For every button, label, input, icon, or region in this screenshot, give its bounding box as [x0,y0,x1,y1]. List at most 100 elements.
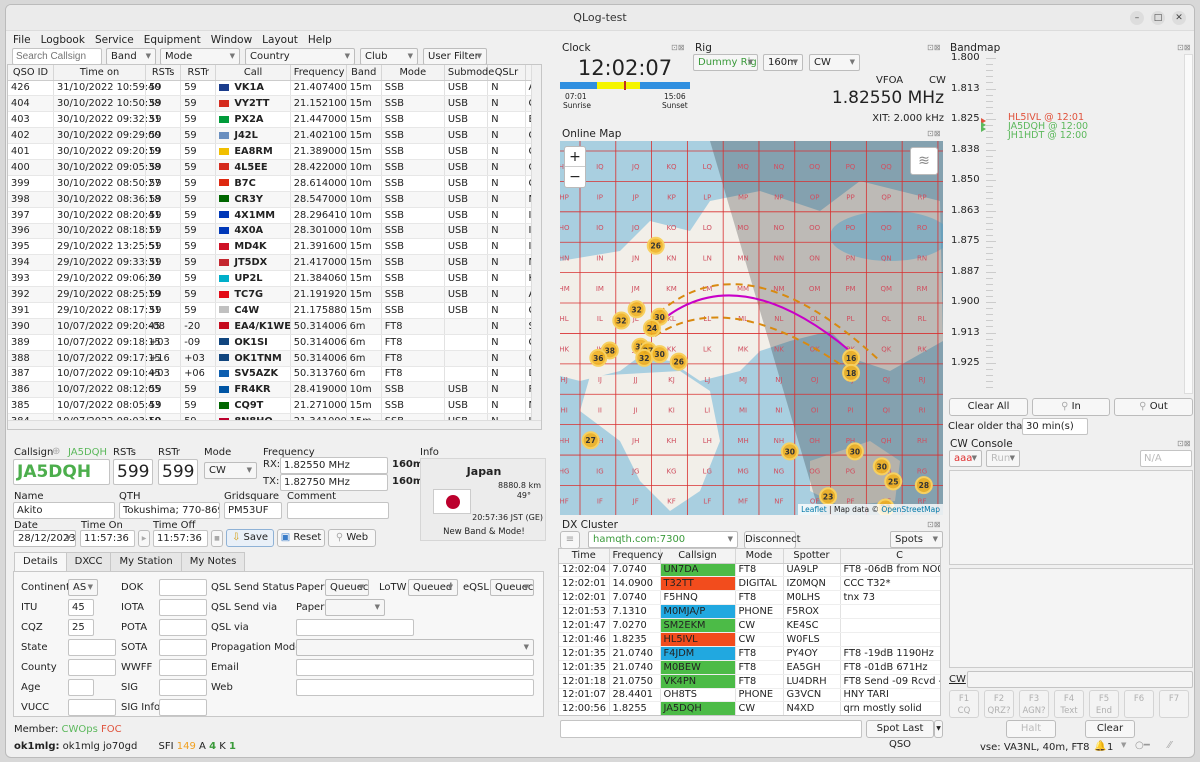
dx-menu-button[interactable]: ≡ [560,531,580,549]
dx-spot-row[interactable]: 12:00:56 1.8255 JA5DQH CW N4XD qrn mostly sol… [559,701,940,715]
menu-help[interactable]: Help [308,31,332,49]
cw-speed-spinbox[interactable]: N/A [1140,450,1192,467]
callsign-input[interactable]: JA5DQH [13,459,110,485]
qso-row[interactable]: 403 30/10/2022 09:32:31 59 59 PX2A 21.447000 1… [8,111,539,129]
rig-select[interactable]: Dummy Rig ▼ [693,54,758,71]
map-zoom-out-button[interactable]: − [565,167,585,187]
country-filter[interactable]: Country ▼ [245,48,355,65]
qso-row[interactable]: 395 29/10/2022 13:25:51 59 59 MD4K 21.391600 1… [8,238,539,256]
menu-service[interactable]: Service [95,31,134,49]
dx-spot-row[interactable]: 12:02:01 7.0740 F5HNQ FT8 M0LHS tnx 73 [559,590,940,606]
column-header[interactable]: Time on [53,65,147,81]
layers-icon[interactable]: ≋ [910,147,938,175]
sig-info-input[interactable] [159,699,207,716]
qsl-via-input[interactable] [296,619,414,636]
clear-older-spinbox[interactable]: 30 min(s) [1022,418,1088,435]
cw-macro-button-f5[interactable]: F5 End [1089,690,1119,718]
column-header[interactable]: Time [559,549,610,564]
alert-menu-icon[interactable]: ▼ [1121,741,1126,749]
pota-input[interactable] [159,619,207,636]
tx-frequency-input[interactable]: 1.82750 MHz [280,474,388,491]
age-input[interactable] [68,679,94,696]
itu-input[interactable]: 45 [68,599,94,616]
halt-button[interactable]: Halt [1006,720,1056,738]
bandmap-scrollbar[interactable] [1184,54,1193,394]
save-button[interactable]: ⇩ Save [226,529,274,547]
state-input[interactable] [68,639,116,656]
rsts-input[interactable]: 599 [113,459,153,485]
menu-file[interactable]: File [13,31,31,49]
bandmap-zoom-in-button[interactable]: ⚲ In [1032,398,1110,416]
qso-row[interactable]: 392 29/10/2022 08:25:19 59 59 TC7G 21.191920 1… [8,286,539,303]
start-time-button[interactable]: ▶ [138,530,150,547]
qso-row[interactable]: 397 30/10/2022 08:20:41 59 59 4X1MM 28.296410… [8,207,539,224]
menu-window[interactable]: Window [211,31,252,49]
cw-macro-button-f2[interactable]: F2 QRZ? [984,690,1014,718]
clear-all-button[interactable]: Clear All [949,398,1028,416]
qso-row[interactable]: 396 30/10/2022 08:18:11 59 59 4X0A 28.301000 1… [8,223,539,240]
user-filter[interactable]: User Filter ▼ [423,48,487,65]
dx-spot-row[interactable]: 12:01:47 7.0270 SM2EKM CW KE4SC [559,618,940,633]
qso-row[interactable]: 402 30/10/2022 09:29:00 59 59 J42L 21.402100 1… [8,127,539,145]
qso-row[interactable]: 390 10/07/2022 09:20:45 -08 -20 EA4/K1WE 50.3… [8,318,539,335]
network-off-icon[interactable]: ⁄⁄ [1168,740,1171,751]
eqsl-status-select[interactable]: Queuec ▼ [490,579,534,596]
map-zoom-in-button[interactable]: + [565,147,585,167]
dx-spot-row[interactable]: 12:01:07 28.4401 OH8TS PHONE G3VCN HNY TARI [559,688,940,703]
column-header[interactable]: Call [215,65,291,81]
dock-float-close-icons[interactable]: ⊡⊠ [671,43,684,52]
propagation-mode-select[interactable]: ▼ [296,639,534,656]
qso-row[interactable]: 400 30/10/2022 09:05:38 59 59 4L5EE 28.422000… [8,159,539,176]
qso-log-table[interactable]: QSO ID Time on RSTs RSTr Call Frequency Band Mo… [7,64,542,430]
dock-float-close-icons[interactable]: ⊡⊠ [1177,439,1190,448]
time-on-input[interactable]: 11:57:36 [80,530,135,547]
leaflet-link[interactable]: Leaflet [801,505,827,514]
column-header[interactable]: Spotter [783,549,841,564]
web-input[interactable] [296,679,534,696]
tab-details[interactable]: Details [14,552,67,571]
tab-my-station[interactable]: My Station [110,552,182,571]
qso-row[interactable]: 388 10/07/2022 09:17:15 +16 +03 OK1TNM 50.314… [8,350,539,367]
spot-last-qso-button[interactable]: Spot Last QSO [866,720,934,750]
cqz-input[interactable]: 25 [68,619,94,636]
dx-server-select[interactable]: hamqth.com:7300 ▼ [588,531,738,548]
comment-input[interactable] [287,502,389,519]
dock-float-close-icons[interactable]: ⊡⊠ [927,43,940,52]
county-input[interactable] [68,659,116,676]
qso-row[interactable]: 398 30/10/2022 08:36:18 59 59 CR3Y 28.547000 1… [8,191,539,208]
cw-run-select[interactable]: Run ▼ [986,450,1020,467]
sig-input[interactable] [159,679,207,696]
cw-macro-button-f6[interactable]: F6 [1124,690,1154,718]
disconnect-button[interactable]: Disconnect [744,531,801,549]
cw-keyer-select[interactable]: aaa ▼ [949,450,982,467]
qsl-send-via-select[interactable]: ▼ [325,599,385,616]
rig-mode-select[interactable]: CW ▼ [809,54,860,71]
column-header[interactable]: Mode [381,65,445,81]
column-header[interactable]: RSTr [180,65,217,81]
dx-view-select[interactable]: Spots ▼ [890,531,943,548]
column-header[interactable]: Mode [735,549,784,564]
cw-macro-button-f4[interactable]: F4 Text [1054,690,1084,718]
qso-row[interactable]: 401 30/10/2022 09:20:19 59 59 EA8RM 21.389000… [8,143,539,160]
menu-equipment[interactable]: Equipment [144,31,201,49]
qth-input[interactable]: Tokushima; 770-8691 [119,502,220,519]
iota-input[interactable] [159,599,207,616]
column-header[interactable]: RSTs [145,65,182,81]
lotw-status-select[interactable]: Queued ▼ [408,579,458,596]
dock-float-close-icons[interactable]: ⊡⊠ [927,520,940,529]
dx-spot-row[interactable]: 12:01:18 21.0750 VK4PN FT8 LU4DRH FT8 Send -0… [559,674,940,689]
qso-row[interactable]: 394 29/10/2022 09:33:31 59 59 JT5DX 21.417000… [8,254,539,272]
column-header[interactable]: Frequency [290,65,347,81]
cw-input[interactable] [967,671,1193,688]
bandmap-zoom-out-button[interactable]: ⚲ Out [1114,398,1193,416]
dx-spot-row[interactable]: 12:01:35 21.0740 M0BEW FT8 EA5GH FT8 -01dB 67… [559,660,940,675]
cw-macro-button-f7[interactable]: F7 [1159,690,1189,718]
stop-time-button[interactable]: ■ [211,530,223,547]
tab-dxcc[interactable]: DXCC [65,552,112,571]
dx-spot-row[interactable]: 12:01:53 7.1310 M0MJA/P PHONE F5ROX [559,604,940,620]
close-button[interactable]: ✕ [1172,11,1186,25]
column-header[interactable]: Band [346,65,382,81]
column-header[interactable]: Callsign [660,549,736,564]
dx-spot-row[interactable]: 12:02:01 14.0900 T32TT DIGITAL IZ0MQN CCC T32… [559,576,940,592]
vucc-input[interactable] [68,699,116,716]
